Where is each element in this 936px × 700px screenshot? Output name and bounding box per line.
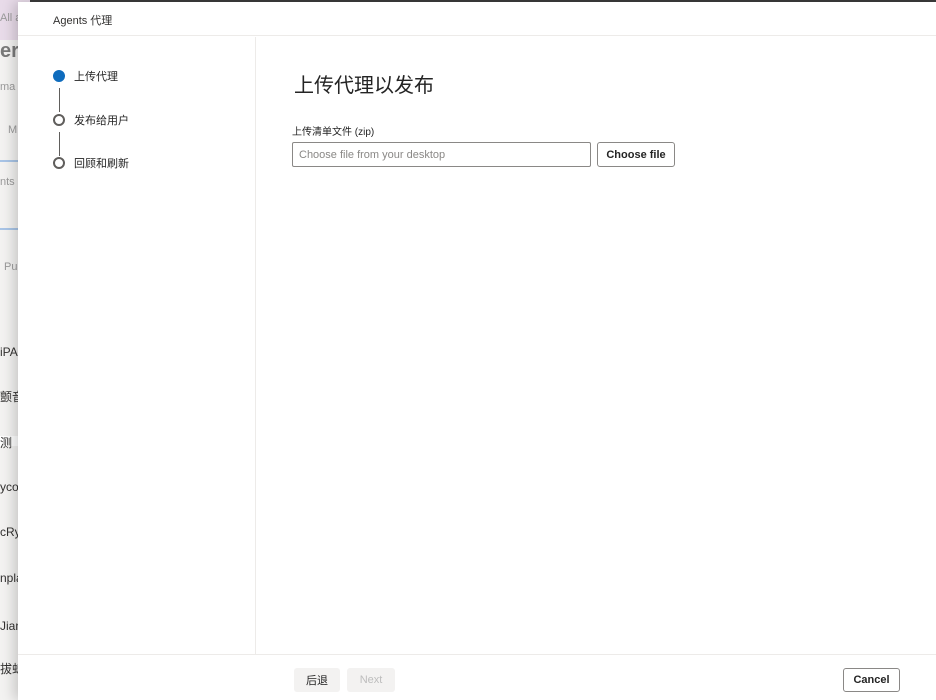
main-content: 上传代理以发布 上传清单文件 (zip) Choose file bbox=[256, 37, 936, 654]
step-publish-to-users[interactable]: 发布给用户 bbox=[53, 112, 129, 128]
background-text: M bbox=[8, 124, 18, 136]
panel-header: Agents 代理 bbox=[18, 2, 936, 36]
manifest-file-label: 上传清单文件 (zip) bbox=[292, 127, 375, 138]
cancel-button[interactable]: Cancel bbox=[843, 668, 900, 692]
wizard-steps: 上传代理 发布给用户 回顾和刷新 bbox=[18, 37, 256, 654]
page-title: 上传代理以发布 bbox=[294, 75, 434, 97]
panel-title: Agents 代理 bbox=[53, 15, 113, 27]
background-text: er bbox=[0, 40, 19, 62]
step-active-icon bbox=[53, 70, 65, 82]
choose-file-button[interactable]: Choose file bbox=[597, 142, 675, 167]
step-upload-agent[interactable]: 上传代理 bbox=[53, 68, 118, 84]
manifest-file-input[interactable] bbox=[292, 142, 591, 167]
next-button[interactable]: Next bbox=[347, 668, 395, 692]
background-list-item: 测 bbox=[0, 436, 13, 450]
step-pending-icon bbox=[53, 157, 65, 169]
panel-footer: 后退 Next Cancel bbox=[18, 654, 936, 700]
background-text: ma bbox=[0, 81, 16, 93]
back-button[interactable]: 后退 bbox=[294, 668, 340, 692]
step-pending-icon bbox=[53, 114, 65, 126]
upload-agent-panel: Agents 代理 上传代理 发布给用户 回顾和刷新 上传代理以发布 上传清单文… bbox=[18, 2, 936, 700]
step-label: 回顾和刷新 bbox=[74, 158, 129, 170]
step-connector bbox=[59, 132, 60, 156]
step-review-and-refresh[interactable]: 回顾和刷新 bbox=[53, 155, 129, 171]
step-label: 上传代理 bbox=[74, 71, 118, 83]
step-connector bbox=[59, 88, 60, 112]
step-label: 发布给用户 bbox=[74, 115, 129, 127]
